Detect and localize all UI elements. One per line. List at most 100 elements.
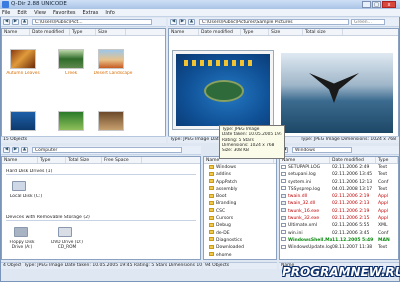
folder-icon (209, 230, 214, 235)
tree-folder[interactable]: Branding (204, 200, 276, 207)
tree-folder[interactable]: Downloaded (204, 244, 276, 251)
tree-folder[interactable]: Debug (204, 222, 276, 229)
file-icon (281, 193, 286, 198)
group-header-removable[interactable]: Devices with Removable Storage (2) (6, 215, 196, 221)
bottom-right-pane: Name Date modified Type SETUPAPI.LOG 02.1… (279, 156, 399, 260)
folder-icon (209, 179, 214, 184)
up-icon[interactable]: ▲ (21, 19, 28, 25)
forward-icon[interactable]: ▶ (12, 147, 19, 153)
col-type[interactable]: Type (241, 29, 269, 35)
col-name[interactable]: Name (2, 29, 30, 35)
file-date: 02.11.2006 2:13 (332, 201, 370, 207)
file-row[interactable]: twunk_16.exe 02.11.2006 2:19 Appl (280, 208, 398, 215)
file-row[interactable]: twain.dll 02.11.2006 2:19 Appl (280, 193, 398, 200)
file-row[interactable]: Ultimate.xml 02.11.2006 5:55 XML (280, 222, 398, 229)
file-name: twain.dll (288, 194, 308, 200)
file-row[interactable]: TSSysprep.log 04.01.2008 13:17 Text (280, 186, 398, 193)
drive-label[interactable]: Local Disk (C:) (6, 194, 46, 199)
tree-folder[interactable]: CSC (204, 208, 276, 215)
tree-folder[interactable]: AppPatch (204, 179, 276, 186)
col-size[interactable]: Size (96, 29, 126, 35)
col-type[interactable]: Type (38, 157, 66, 163)
file-row[interactable]: twunk_32.exe 02.11.2006 2:15 Appl (280, 215, 398, 222)
thumbnail-autumn-leaves[interactable] (10, 49, 36, 69)
back-icon[interactable]: ◀ (3, 19, 10, 25)
thumbnail-desert-landscape[interactable] (98, 49, 124, 69)
tree-folder[interactable]: addins (204, 171, 276, 178)
menu-file[interactable]: File (2, 10, 10, 16)
file-name: TSSysprep.log (288, 186, 320, 192)
menu-view[interactable]: View (34, 10, 46, 16)
group-header-hard-disk[interactable]: Hard Disk Drives (1) (6, 169, 196, 175)
tree-folder[interactable]: ehome (204, 252, 276, 259)
forward-icon[interactable]: ▶ (179, 19, 186, 25)
bottom-mid-folder-tree: Name Windows addins AppPatch assembly Bo… (203, 156, 277, 260)
tree-folder[interactable]: Boot (204, 193, 276, 200)
file-row[interactable]: WindowsUpdate.log08.11.2007 11:38 Text (280, 244, 398, 251)
bottom-left-address-bar[interactable]: Computer (32, 147, 182, 153)
file-row[interactable]: win.ini 02.11.2006 3:45 Conf (280, 230, 398, 237)
col-name[interactable]: Name (280, 157, 330, 163)
search-input[interactable]: Green... (351, 19, 385, 25)
col-type[interactable]: Type (70, 29, 96, 35)
maximize-button[interactable]: □ (372, 1, 381, 8)
bottom-right-toolbar: ◀ Windows (279, 146, 399, 155)
menu-edit[interactable]: Edit (17, 10, 27, 16)
col-type[interactable]: Type (376, 157, 398, 163)
file-row[interactable]: system.ini 02.11.2006 12:13 Conf (280, 179, 398, 186)
minimize-button[interactable]: _ (362, 1, 371, 8)
file-row[interactable]: twain_32.dll 02.11.2006 2:13 Appl (280, 200, 398, 207)
col-date-modified[interactable]: Date modified (30, 29, 70, 35)
file-date: 02.11.2006 2:19 (332, 194, 370, 200)
up-icon[interactable]: ▲ (188, 19, 195, 25)
top-left-address-bar[interactable]: C:\Users\Public\Pict... (32, 19, 152, 25)
file-type: XML (378, 223, 388, 229)
drive-label[interactable]: DVD Drive (D:) CD_ROM (50, 240, 84, 250)
back-icon[interactable]: ◀ (170, 19, 177, 25)
tree-folder[interactable]: de-DE (204, 230, 276, 237)
file-row[interactable]: setupani.log 02.11.2006 13:45 Text (280, 171, 398, 178)
folder-icon (209, 171, 214, 176)
col-total-size[interactable]: Total size (303, 29, 343, 35)
menu-extras[interactable]: Extras (83, 10, 99, 16)
col-name[interactable]: Name (2, 157, 38, 163)
preview-humpback-whale[interactable] (281, 53, 393, 133)
menu-info[interactable]: Info (105, 10, 114, 16)
file-type: Appl (378, 208, 389, 214)
file-list: SETUPAPI.LOG 02.11.2006 2:49 Text setupani.… (280, 164, 398, 252)
file-row[interactable]: WindowsShell.Ma...11.12.2005 5:49 MAN (280, 237, 398, 244)
col-date-modified[interactable]: Date modified (330, 157, 376, 163)
top-right-address-bar[interactable]: C:\Users\Public\Pictures\Sample Pictures (199, 19, 349, 25)
close-button[interactable]: x (382, 1, 396, 8)
col-total-size[interactable]: Total Size (66, 157, 102, 163)
back-icon[interactable]: ◀ (3, 147, 10, 153)
folder-icon (209, 237, 214, 242)
bottom-left-status-bar: 4 Objects (1, 262, 21, 269)
file-row[interactable]: SETUPAPI.LOG 02.11.2006 2:49 Text (280, 164, 398, 171)
whale-tail (309, 73, 359, 103)
drive-label[interactable]: Floppy Disk Drive (A:) (4, 240, 40, 250)
top-left-pane: Name Date modified Type Size Autumn Leav… (1, 28, 166, 138)
tree-folder[interactable]: assembly (204, 186, 276, 193)
folder-icon (209, 193, 214, 198)
menu-favorites[interactable]: Favorites (53, 10, 76, 16)
thumbnail-image[interactable] (98, 111, 124, 131)
bottom-right-address-bar[interactable]: Windows (292, 147, 352, 153)
tree-folder[interactable]: Cursors (204, 215, 276, 222)
thumbnail-image[interactable] (10, 111, 36, 131)
col-size[interactable]: Size (269, 29, 303, 35)
file-icon (281, 171, 286, 176)
thumbnail-creek[interactable] (58, 49, 84, 69)
col-free-space[interactable]: Free Space (102, 157, 142, 163)
preview-green-sea-turtle[interactable] (172, 50, 274, 130)
tree-folder[interactable]: Diagnostics (204, 237, 276, 244)
col-date-modified[interactable]: Date modified (199, 29, 241, 35)
folder-icon (209, 164, 214, 169)
thumbnail-image[interactable] (58, 111, 84, 131)
col-name[interactable]: Name (169, 29, 199, 35)
up-icon[interactable]: ▲ (21, 147, 28, 153)
forward-icon[interactable]: ▶ (12, 19, 19, 25)
top-right-column-header: Name Date modified Type Size Total size (169, 29, 398, 36)
file-date: 02.11.2006 12:13 (332, 179, 373, 185)
tree-folder[interactable]: Windows (204, 164, 276, 171)
